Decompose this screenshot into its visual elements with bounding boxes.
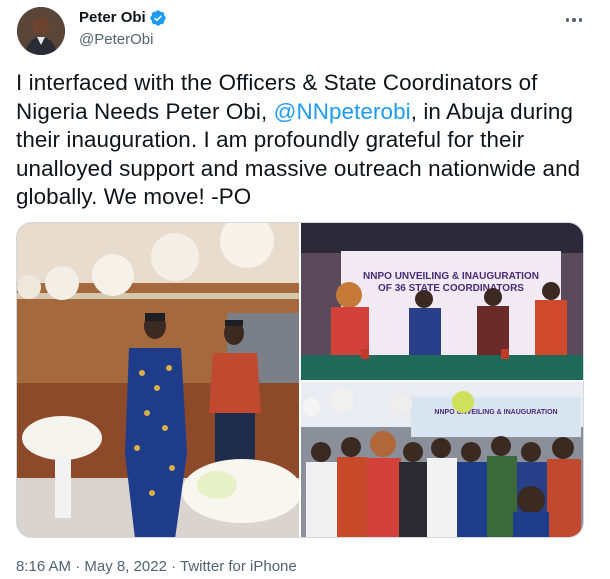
- author-name-row[interactable]: Peter Obi: [79, 8, 167, 28]
- banner3-title: NNPO UNVEILING & INAUGURATION: [434, 409, 557, 416]
- photo-hall[interactable]: [17, 223, 299, 537]
- avatar[interactable]: [17, 7, 65, 55]
- avatar-image: [17, 7, 65, 55]
- photo-crowd[interactable]: NNPO UNVEILING & INAUGURATION: [301, 382, 583, 537]
- banner-title-line2: OF 36 STATE COORDINATORS: [378, 283, 524, 294]
- photo-stage[interactable]: NNPO UNVEILING & INAUGURATION OF 36 STAT…: [301, 223, 583, 380]
- tweet-meta: 8:16 AM · May 8, 2022 · Twitter for iPho…: [16, 557, 297, 577]
- tweet: Peter Obi @PeterObi I interfaced with th…: [0, 0, 610, 579]
- tweet-time[interactable]: 8:16 AM: [16, 558, 71, 575]
- meta-separator: ·: [71, 558, 85, 575]
- media-grid: NNPO UNVEILING & INAUGURATION OF 36 STAT…: [16, 222, 584, 538]
- author-display-name[interactable]: Peter Obi: [79, 8, 146, 28]
- author-handle[interactable]: @PeterObi: [79, 30, 153, 50]
- tweet-text: I interfaced with the Officers & State C…: [16, 69, 596, 212]
- meta-separator: ·: [166, 558, 181, 575]
- banner-title-line1: NNPO UNVEILING & INAUGURATION: [363, 271, 539, 282]
- verified-badge-icon: [149, 9, 167, 27]
- mention-link[interactable]: @NNpeterobi: [274, 99, 411, 124]
- tweet-date[interactable]: May 8, 2022: [84, 558, 167, 575]
- tweet-source[interactable]: Twitter for iPhone: [180, 558, 297, 575]
- more-options-icon[interactable]: [560, 8, 588, 32]
